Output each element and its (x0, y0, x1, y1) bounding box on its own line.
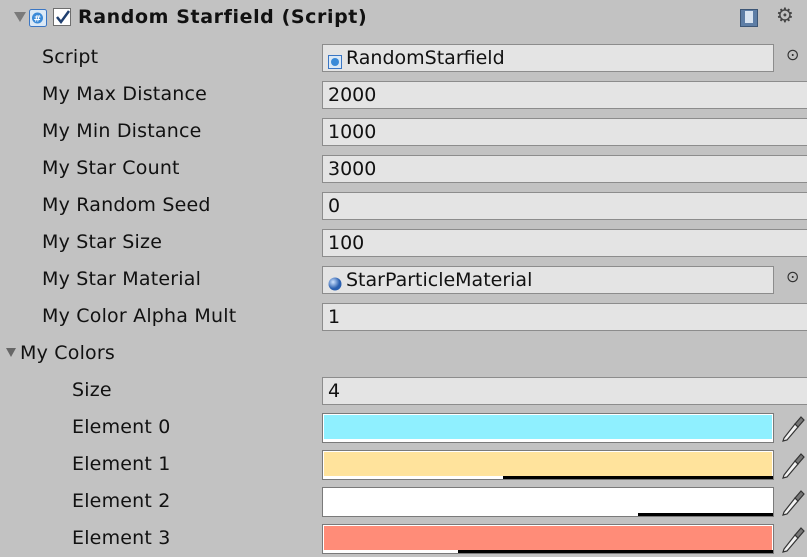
field-value: 2000 (328, 84, 377, 106)
eyedropper-icon[interactable] (780, 414, 806, 442)
csharp-script-icon: # (29, 9, 47, 27)
enabled-checkbox[interactable] (53, 8, 71, 26)
object-field[interactable]: StarParticleMaterial (322, 266, 774, 294)
colors-label-text: My Colors (20, 342, 115, 364)
property-row: My Star Size 100 (0, 224, 807, 261)
color-field[interactable] (322, 487, 774, 517)
material-sphere-icon (328, 272, 342, 290)
alpha-bar-black (638, 513, 773, 516)
property-label: My Star Count (42, 157, 180, 179)
object-field[interactable]: RandomStarfield (322, 44, 774, 72)
property-label: My Star Size (42, 231, 163, 253)
field-value: 3000 (328, 158, 377, 180)
property-row: My Max Distance 2000 (0, 76, 807, 113)
foldout-arrow-icon[interactable] (6, 348, 16, 357)
eyedropper-icon[interactable] (780, 488, 806, 516)
number-field[interactable]: 2000 (322, 81, 807, 109)
array-size-row: Size 4 (0, 372, 807, 409)
number-field[interactable]: 100 (322, 229, 807, 257)
property-label: My Max Distance (42, 83, 208, 105)
alpha-bar-black (458, 550, 773, 553)
property-row: Script RandomStarfield ⊙ (0, 39, 807, 76)
alpha-bar-white (323, 439, 773, 442)
field-value: StarParticleMaterial (346, 269, 533, 291)
object-picker-icon[interactable]: ⊙ (786, 47, 800, 63)
svg-text:#: # (34, 15, 42, 25)
property-row: My Star Material StarParticleMaterial ⊙ (0, 261, 807, 298)
number-field[interactable]: 1000 (322, 118, 807, 146)
property-row: My Color Alpha Mult 1 (0, 298, 807, 335)
array-size-field[interactable]: 4 (322, 377, 807, 405)
object-picker-icon[interactable]: ⊙ (786, 269, 800, 285)
colors-foldout-label: My Colors (6, 335, 115, 372)
eyedropper-icon[interactable] (780, 525, 806, 553)
property-label: My Random Seed (42, 194, 211, 216)
property-label: My Min Distance (42, 120, 202, 142)
field-value: 100 (328, 232, 365, 254)
color-element-label: Element 0 (72, 416, 171, 438)
alpha-bar-black (503, 476, 773, 479)
number-field[interactable]: 0 (322, 192, 807, 220)
property-row: My Min Distance 1000 (0, 113, 807, 150)
field-value: RandomStarfield (346, 47, 505, 69)
component-title: Random Starfield (Script) (78, 6, 368, 28)
number-field[interactable]: 1 (322, 303, 807, 331)
field-value: 1000 (328, 121, 377, 143)
color-swatch (324, 452, 772, 476)
color-element-row: Element 1 (0, 446, 807, 483)
color-element-row: Element 2 (0, 483, 807, 520)
component-header: # Random Starfield (Script) ⚙ (0, 0, 807, 40)
alpha-bar-white (323, 550, 458, 553)
property-label: My Star Material (42, 268, 202, 290)
color-element-label: Element 2 (72, 490, 171, 512)
help-book-icon[interactable] (740, 9, 758, 27)
field-value: 0 (328, 195, 341, 217)
gear-icon[interactable]: ⚙ (776, 5, 794, 25)
color-field[interactable] (322, 524, 774, 554)
color-swatch (324, 526, 772, 550)
foldout-arrow-icon[interactable] (14, 12, 26, 22)
color-swatch (324, 415, 772, 439)
number-field[interactable]: 3000 (322, 155, 807, 183)
color-field[interactable] (322, 413, 774, 443)
property-label: Script (42, 46, 99, 68)
colors-foldout-row[interactable]: My Colors (0, 335, 807, 372)
color-field[interactable] (322, 450, 774, 480)
field-value: 4 (328, 380, 341, 402)
color-element-label: Element 1 (72, 453, 171, 475)
array-size-label: Size (72, 379, 112, 401)
field-value: 1 (328, 306, 341, 328)
eyedropper-icon[interactable] (780, 451, 806, 479)
color-swatch (324, 489, 772, 513)
property-label: My Color Alpha Mult (42, 305, 237, 327)
script-file-icon (328, 50, 342, 69)
alpha-bar-white (323, 513, 638, 516)
alpha-bar-white (323, 476, 503, 479)
color-element-row: Element 0 (0, 409, 807, 446)
property-row: My Random Seed 0 (0, 187, 807, 224)
property-row: My Star Count 3000 (0, 150, 807, 187)
